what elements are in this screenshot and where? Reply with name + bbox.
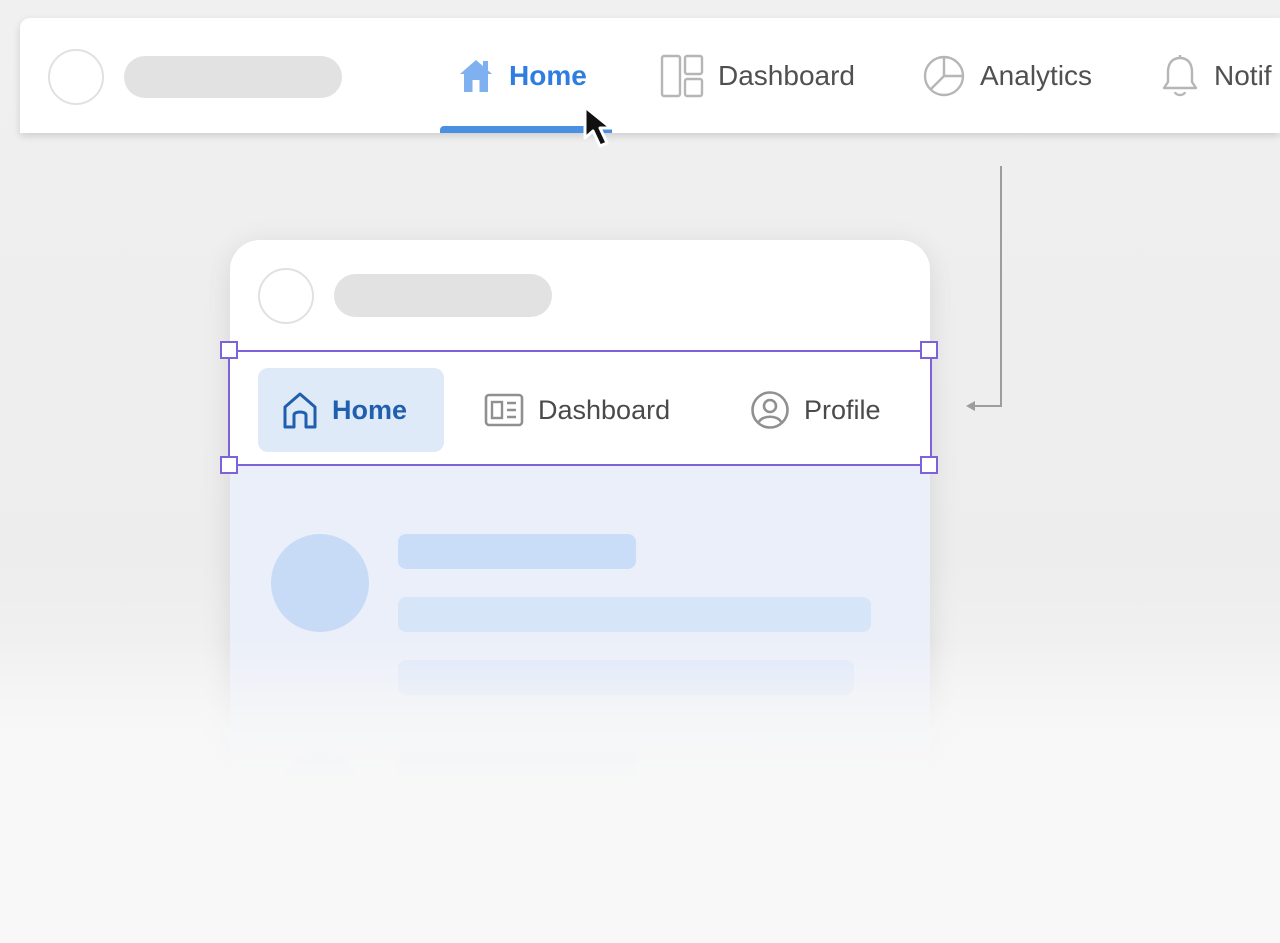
- top-tab-analytics-label: Analytics: [980, 59, 1093, 91]
- inner-tab-home-label: Home: [332, 394, 408, 425]
- skeleton-line: [398, 597, 871, 632]
- id-card-icon: [484, 393, 524, 427]
- top-tab-dashboard-label: Dashboard: [718, 59, 855, 91]
- dashboard-grid-icon: [660, 54, 704, 97]
- top-tab-notifications-label: Notif: [1214, 59, 1272, 91]
- connector-arrow: [966, 166, 1002, 411]
- top-tab-home[interactable]: Home: [457, 18, 587, 133]
- home-icon: [460, 59, 492, 92]
- resize-handle-bottom-right[interactable]: [920, 456, 938, 474]
- inner-tab-dashboard-label: Dashboard: [538, 394, 671, 425]
- inner-tab-dashboard[interactable]: Dashboard: [484, 368, 670, 452]
- inner-tab-profile[interactable]: Profile: [750, 368, 881, 452]
- resize-handle-bottom-left[interactable]: [220, 456, 238, 474]
- inner-tab-profile-label: Profile: [804, 394, 881, 425]
- title-placeholder: [334, 274, 552, 317]
- user-circle-icon: [751, 391, 789, 429]
- pie-chart-icon: [923, 55, 965, 96]
- resize-handle-top-right[interactable]: [920, 341, 938, 359]
- avatar-placeholder[interactable]: [258, 268, 314, 324]
- skeleton-line: [398, 534, 636, 569]
- top-tab-notifications[interactable]: Notif: [1160, 18, 1272, 133]
- top-tab-analytics[interactable]: Analytics: [922, 18, 1092, 133]
- inner-tab-home[interactable]: Home: [258, 368, 444, 452]
- mouse-cursor-icon: [583, 105, 613, 148]
- top-nav-bar: Home Dashboard Analytics Notif: [20, 18, 1280, 133]
- top-tab-dashboard[interactable]: Dashboard: [660, 18, 855, 133]
- selected-tab-bar[interactable]: Home Dashboard Profile: [228, 350, 932, 466]
- bell-icon: [1162, 54, 1198, 96]
- skeleton-avatar: [271, 534, 369, 632]
- resize-handle-top-left[interactable]: [220, 341, 238, 359]
- avatar-placeholder[interactable]: [48, 49, 104, 105]
- bottom-fade-overlay: [0, 640, 1280, 943]
- top-tab-home-label: Home: [509, 59, 587, 91]
- title-placeholder: [124, 56, 342, 98]
- home-icon: [283, 392, 317, 429]
